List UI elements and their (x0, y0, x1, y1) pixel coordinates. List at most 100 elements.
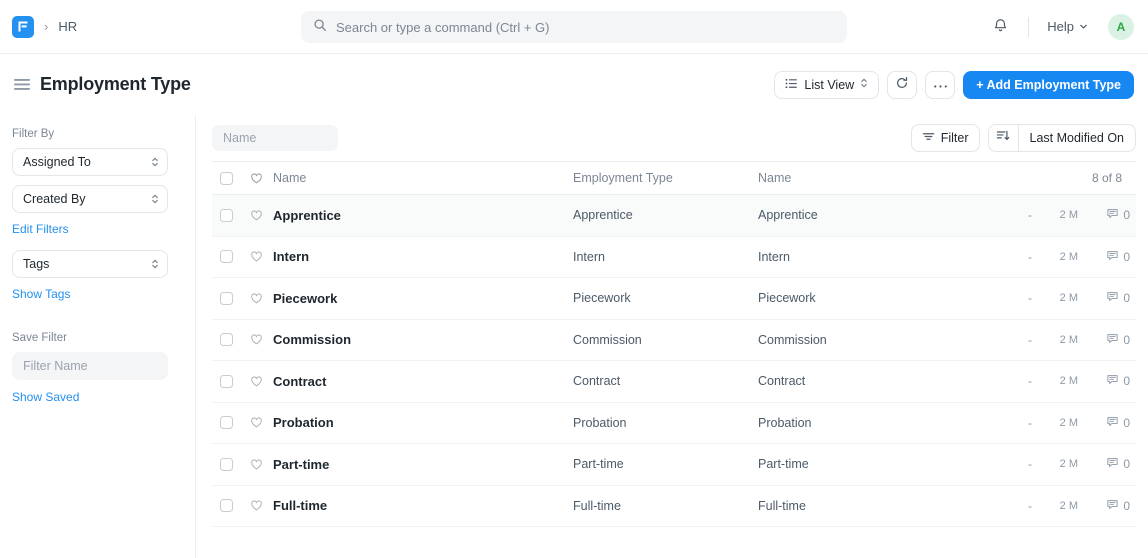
heart-icon[interactable] (245, 499, 267, 512)
heart-icon[interactable] (245, 250, 267, 263)
show-saved-link[interactable]: Show Saved (12, 390, 181, 404)
row-checkbox[interactable] (220, 458, 233, 471)
edit-filters-link[interactable]: Edit Filters (12, 222, 181, 236)
row-checkbox[interactable] (220, 292, 233, 305)
table-row[interactable]: Commission Commission Commission - 2 M (212, 320, 1136, 362)
list-view-switcher[interactable]: List View (774, 71, 879, 99)
table-body: Apprentice Apprentice Apprentice - 2 M (212, 195, 1136, 527)
row-assigned-to: - (994, 208, 1032, 222)
refresh-button[interactable] (887, 71, 917, 99)
created-by-select[interactable]: Created By (12, 185, 168, 213)
row-employment-type: Piecework (573, 291, 758, 305)
save-filter-label: Save Filter (12, 332, 181, 344)
comment-count-value: 0 (1123, 333, 1130, 347)
more-options-button[interactable] (925, 71, 955, 99)
comment-count-value: 0 (1123, 374, 1130, 388)
column-header-employment-type[interactable]: Employment Type (573, 171, 758, 185)
row-comment-count[interactable]: 0 (1078, 415, 1130, 431)
row-name-secondary: Intern (758, 250, 994, 264)
row-checkbox[interactable] (220, 250, 233, 263)
name-filter-input[interactable] (212, 125, 338, 151)
row-assigned-to: - (994, 374, 1032, 388)
row-assigned-to: - (994, 457, 1032, 471)
notifications-button[interactable] (984, 11, 1016, 43)
help-button[interactable]: Help (1041, 14, 1094, 39)
row-name-secondary: Full-time (758, 499, 994, 513)
table-row[interactable]: Piecework Piecework Piecework - 2 M (212, 278, 1136, 320)
row-name-link[interactable]: Commission (273, 332, 573, 347)
page-header: Employment Type List View (0, 54, 1148, 115)
comment-count-value: 0 (1123, 499, 1130, 513)
ellipsis-icon (933, 78, 948, 92)
breadcrumb: › HR (6, 16, 77, 38)
row-comment-count[interactable]: 0 (1078, 207, 1130, 223)
list-view-icon (785, 77, 798, 93)
row-name-link[interactable]: Full-time (273, 498, 573, 513)
row-checkbox[interactable] (220, 416, 233, 429)
row-name-link[interactable]: Probation (273, 415, 573, 430)
row-name-link[interactable]: Piecework (273, 291, 573, 306)
erpnext-logo-icon[interactable] (12, 16, 34, 38)
row-comment-count[interactable]: 0 (1078, 456, 1130, 472)
sort-field-label[interactable]: Last Modified On (1019, 125, 1136, 151)
row-last-modified: 2 M (1032, 209, 1078, 221)
filter-button-label: Filter (941, 131, 969, 145)
table-row[interactable]: Contract Contract Contract - 2 M (212, 361, 1136, 403)
select-all-checkbox[interactable] (220, 172, 233, 185)
heart-icon[interactable] (245, 333, 267, 346)
heart-icon[interactable] (245, 375, 267, 388)
show-tags-link[interactable]: Show Tags (12, 287, 181, 301)
search-box[interactable]: Search or type a command (Ctrl + G) (301, 11, 847, 43)
row-name-secondary: Part-time (758, 457, 994, 471)
row-comment-count[interactable]: 0 (1078, 290, 1130, 306)
row-checkbox[interactable] (220, 375, 233, 388)
row-name-secondary: Piecework (758, 291, 994, 305)
row-name-link[interactable]: Part-time (273, 457, 573, 472)
hamburger-icon[interactable] (8, 71, 36, 99)
tags-select[interactable]: Tags (12, 250, 168, 278)
search-input-placeholder[interactable]: Search or type a command (Ctrl + G) (336, 20, 550, 35)
row-name-link[interactable]: Apprentice (273, 208, 573, 223)
list-view-area: Filter L (195, 115, 1148, 558)
column-header-name-2[interactable]: Name (758, 171, 1092, 185)
table-row[interactable]: Part-time Part-time Part-time - 2 M (212, 444, 1136, 486)
table-row[interactable]: Probation Probation Probation - 2 M (212, 403, 1136, 445)
table-row[interactable]: Full-time Full-time Full-time - 2 M (212, 486, 1136, 528)
avatar[interactable]: A (1108, 14, 1134, 40)
row-last-modified: 2 M (1032, 251, 1078, 263)
row-comment-count[interactable]: 0 (1078, 249, 1130, 265)
heart-icon[interactable] (245, 416, 267, 429)
column-header-name[interactable]: Name (273, 171, 573, 185)
row-name-link[interactable]: Intern (273, 249, 573, 264)
row-comment-count[interactable]: 0 (1078, 498, 1130, 514)
heart-icon[interactable] (245, 209, 267, 222)
add-employment-type-button[interactable]: + Add Employment Type (963, 71, 1134, 99)
row-name-link[interactable]: Contract (273, 374, 573, 389)
row-checkbox[interactable] (220, 333, 233, 346)
row-name-secondary: Probation (758, 416, 994, 430)
table-header-row: Name Employment Type Name 8 of 8 (212, 162, 1136, 195)
row-employment-type: Probation (573, 416, 758, 430)
row-name-secondary: Contract (758, 374, 994, 388)
row-comment-count[interactable]: 0 (1078, 373, 1130, 389)
filter-button[interactable]: Filter (911, 124, 980, 152)
heart-icon[interactable] (245, 458, 267, 471)
row-checkbox[interactable] (220, 209, 233, 222)
chevron-updown-icon (151, 258, 159, 270)
filter-name-input[interactable] (12, 352, 168, 380)
chevron-down-icon (1079, 19, 1088, 34)
row-checkbox[interactable] (220, 499, 233, 512)
global-search[interactable]: Search or type a command (Ctrl + G) (301, 11, 847, 43)
assigned-to-select[interactable]: Assigned To (12, 148, 168, 176)
sort-direction-button[interactable] (989, 125, 1019, 151)
top-navbar: › HR Search or type a command (Ctrl + G)… (0, 0, 1148, 54)
heart-icon[interactable] (245, 292, 267, 305)
row-last-modified: 2 M (1032, 458, 1078, 470)
row-comment-count[interactable]: 0 (1078, 332, 1130, 348)
table-row[interactable]: Intern Intern Intern - 2 M 0 (212, 237, 1136, 279)
breadcrumb-item-hr[interactable]: HR (58, 19, 77, 34)
comment-count-value: 0 (1123, 457, 1130, 471)
comment-icon (1106, 332, 1119, 348)
row-assigned-to: - (994, 333, 1032, 347)
table-row[interactable]: Apprentice Apprentice Apprentice - 2 M (212, 195, 1136, 237)
